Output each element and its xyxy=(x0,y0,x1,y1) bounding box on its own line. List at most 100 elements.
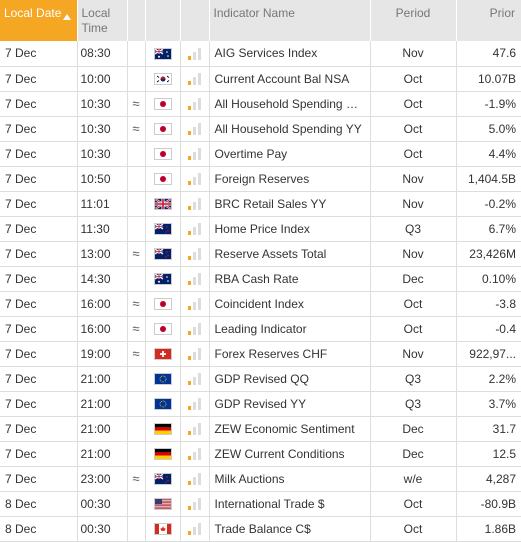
column-header-period[interactable]: Period xyxy=(369,0,456,41)
row-indicator-name[interactable]: Forex Reserves CHF xyxy=(208,341,370,367)
table-row[interactable]: 8 Dec 00:30 Trade Balance C$ Oct 1.86B xyxy=(0,516,521,542)
row-prior: 12.5 xyxy=(455,441,521,467)
row-period: Nov xyxy=(369,191,456,217)
table-row[interactable]: 7 Dec 21:00 ZEW Current Conditions Dec 12.5 xyxy=(0,441,521,467)
row-country xyxy=(144,91,180,117)
new-zealand-flag-icon xyxy=(153,473,172,486)
row-date: 7 Dec xyxy=(0,141,77,167)
table-header-row: Local Date Local Time Indicator Name Per… xyxy=(0,0,521,41)
row-indicator-name[interactable]: Home Price Index xyxy=(208,216,370,242)
table-row[interactable]: 7 Dec 16:00 ≈ Coincident Index Oct -3.8 xyxy=(0,291,521,317)
row-indicator-name[interactable]: Overtime Pay xyxy=(208,141,370,167)
table-row[interactable]: 7 Dec 14:30 RBA Cash Rate Dec 0.10% xyxy=(0,266,521,292)
column-header-label: Local Date xyxy=(4,6,62,20)
row-period: Oct xyxy=(369,66,456,92)
table-row[interactable]: 7 Dec 10:30 ≈ All Household Spending YY Oct 5… xyxy=(0,116,521,142)
row-time: 10:00 xyxy=(76,66,127,92)
table-row[interactable]: 7 Dec 19:00 ≈ Forex Reserves CHF Nov 922,97..… xyxy=(0,341,521,367)
table-row[interactable]: 7 Dec 11:30 Home Price Index Q3 6.7% xyxy=(0,216,521,242)
row-country xyxy=(144,41,180,67)
row-country xyxy=(144,241,180,267)
row-indicator-name[interactable]: Reserve Assets Total xyxy=(208,241,370,267)
row-period: Q3 xyxy=(369,391,456,417)
new-zealand-flag-icon xyxy=(153,248,172,261)
table-row[interactable]: 7 Dec 10:30 ≈ All Household Spending MM Oct -… xyxy=(0,91,521,117)
row-indicator-name[interactable]: ZEW Current Conditions xyxy=(208,441,370,467)
row-importance xyxy=(179,516,209,542)
column-header-local-date[interactable]: Local Date xyxy=(0,0,77,41)
row-time: 13:00 xyxy=(76,241,127,267)
table-row[interactable]: 7 Dec 08:30 AIG Services Index Nov 47.6 xyxy=(0,41,521,67)
column-header-prior[interactable]: Prior xyxy=(455,0,521,41)
table-row[interactable]: 7 Dec 10:00 Current Account Bal NSA Oct 10.0… xyxy=(0,66,521,92)
table-row[interactable]: 8 Dec 00:30 International Trade $ Oct -80.9B xyxy=(0,491,521,517)
column-header-local-time[interactable]: Local Time xyxy=(76,0,127,41)
row-period: w/e xyxy=(369,466,456,492)
table-row[interactable]: 7 Dec 16:00 ≈ Leading Indicator Oct -0.4 xyxy=(0,316,521,342)
table-row[interactable]: 7 Dec 21:00 GDP Revised QQ Q3 2.2% xyxy=(0,366,521,392)
row-indicator-name[interactable]: Milk Auctions xyxy=(208,466,370,492)
australia-flag-icon xyxy=(153,273,172,286)
approximate-icon xyxy=(126,191,145,217)
row-time: 00:30 xyxy=(76,491,127,517)
row-time: 21:00 xyxy=(76,416,127,442)
importance-bars-icon xyxy=(187,173,202,186)
south-korea-flag-icon xyxy=(153,73,172,86)
row-country xyxy=(144,516,180,542)
row-date: 7 Dec xyxy=(0,41,77,67)
approximate-icon xyxy=(126,491,145,517)
table-row[interactable]: 7 Dec 11:01 BRC Retail Sales YY Nov -0.2% xyxy=(0,191,521,217)
economic-calendar-table: Local Date Local Time Indicator Name Per… xyxy=(0,0,521,542)
approximate-icon: ≈ xyxy=(126,291,145,317)
japan-flag-icon xyxy=(153,173,172,186)
switzerland-flag-icon xyxy=(153,348,172,361)
row-indicator-name[interactable]: RBA Cash Rate xyxy=(208,266,370,292)
row-indicator-name[interactable]: GDP Revised QQ xyxy=(208,366,370,392)
table-row[interactable]: 7 Dec 10:50 Foreign Reserves Nov 1,404.5B xyxy=(0,166,521,192)
table-row[interactable]: 7 Dec 23:00 ≈ Milk Auctions w/e 4,287 xyxy=(0,466,521,492)
table-row[interactable]: 7 Dec 10:30 Overtime Pay Oct 4.4% xyxy=(0,141,521,167)
row-time: 21:00 xyxy=(76,366,127,392)
row-country xyxy=(144,491,180,517)
importance-bars-icon xyxy=(187,473,202,486)
column-header-label: Period xyxy=(395,6,431,20)
row-importance xyxy=(179,166,209,192)
table-row[interactable]: 7 Dec 13:00 ≈ Reserve Assets Total Nov 23,426… xyxy=(0,241,521,267)
importance-bars-icon xyxy=(187,198,202,211)
row-time: 10:30 xyxy=(76,116,127,142)
table-row[interactable]: 7 Dec 21:00 GDP Revised YY Q3 3.7% xyxy=(0,391,521,417)
row-indicator-name[interactable]: All Household Spending MM xyxy=(208,91,370,117)
importance-bars-icon xyxy=(187,373,202,386)
row-time: 16:00 xyxy=(76,316,127,342)
row-time: 10:50 xyxy=(76,166,127,192)
row-indicator-name[interactable]: Current Account Bal NSA xyxy=(208,66,370,92)
approximate-icon xyxy=(126,141,145,167)
row-country xyxy=(144,191,180,217)
column-header-label: Prior xyxy=(489,6,515,20)
row-indicator-name[interactable]: Leading Indicator xyxy=(208,316,370,342)
row-time: 10:30 xyxy=(76,141,127,167)
row-indicator-name[interactable]: Coincident Index xyxy=(208,291,370,317)
row-indicator-name[interactable]: Foreign Reserves xyxy=(208,166,370,192)
row-importance xyxy=(179,316,209,342)
row-date: 7 Dec xyxy=(0,441,77,467)
approximate-icon: ≈ xyxy=(126,316,145,342)
row-period: Oct xyxy=(369,116,456,142)
row-indicator-name[interactable]: ZEW Economic Sentiment xyxy=(208,416,370,442)
row-importance xyxy=(179,266,209,292)
row-indicator-name[interactable]: AIG Services Index xyxy=(208,41,370,67)
row-importance xyxy=(179,216,209,242)
row-date: 7 Dec xyxy=(0,91,77,117)
row-indicator-name[interactable]: Trade Balance C$ xyxy=(208,516,370,542)
row-prior: -0.2% xyxy=(455,191,521,217)
table-row[interactable]: 7 Dec 21:00 ZEW Economic Sentiment Dec 31.7 xyxy=(0,416,521,442)
column-header-indicator-name[interactable]: Indicator Name xyxy=(208,0,370,41)
row-indicator-name[interactable]: International Trade $ xyxy=(208,491,370,517)
column-header-importance xyxy=(179,0,209,41)
row-indicator-name[interactable]: GDP Revised YY xyxy=(208,391,370,417)
row-indicator-name[interactable]: BRC Retail Sales YY xyxy=(208,191,370,217)
row-period: Dec xyxy=(369,266,456,292)
row-importance xyxy=(179,366,209,392)
row-prior: 1,404.5B xyxy=(455,166,521,192)
row-indicator-name[interactable]: All Household Spending YY xyxy=(208,116,370,142)
